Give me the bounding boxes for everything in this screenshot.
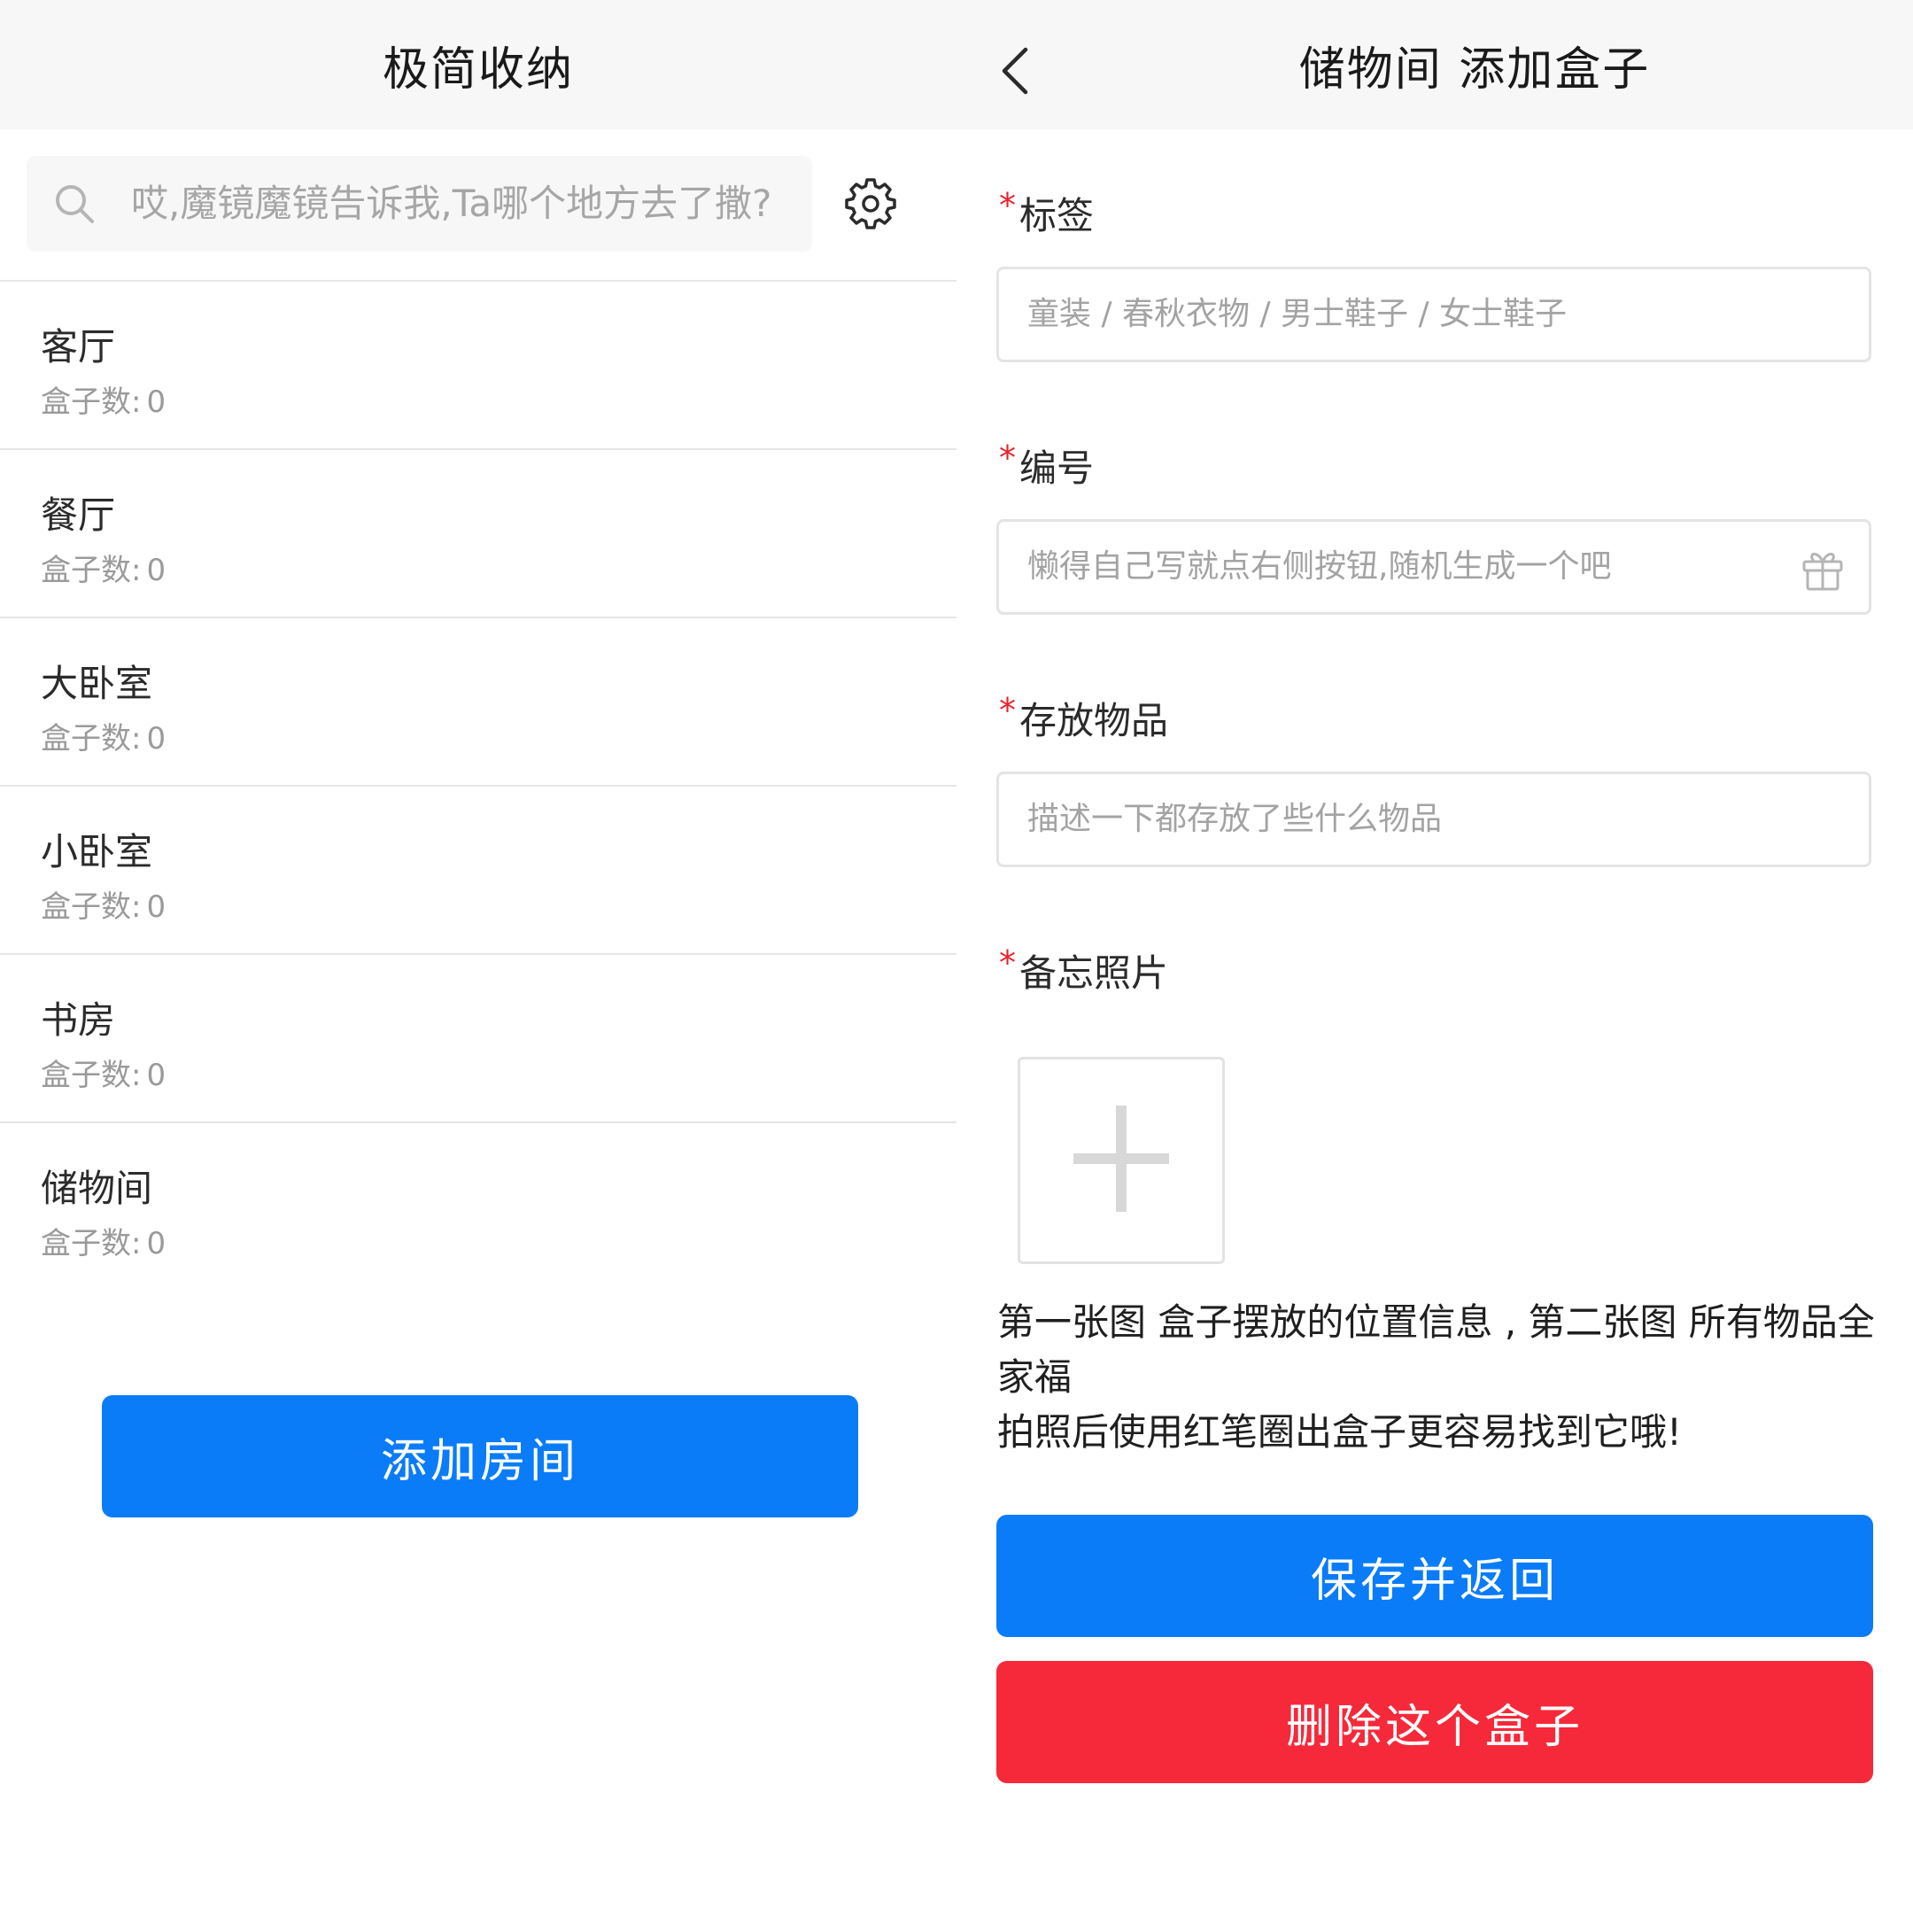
left-header: 极简收纳 [0,0,956,129]
items-placeholder: 描述一下都存放了些什么物品 [1027,801,1443,837]
room-count: 盒子数: 0 [41,721,167,757]
room-count: 盒子数: 0 [41,1058,167,1093]
room-name: 餐厅 [41,493,116,537]
search-row: 哎,魔镜魔镜告诉我,Ta哪个地方去了撒? [0,129,956,280]
list-item[interactable]: 书房 盒子数: 0 [0,953,956,1121]
number-placeholder: 懒得自己写就点右侧按钮,随机生成一个吧 [1027,548,1612,585]
number-field[interactable]: 懒得自己写就点右侧按钮,随机生成一个吧 [996,519,1871,615]
room-count: 盒子数: 0 [41,1226,167,1261]
gift-icon[interactable] [1800,547,1846,593]
required-mark: * [999,691,1016,730]
save-and-return-button[interactable]: 保存并返回 [996,1515,1873,1637]
hint-line: 拍照后使用红笔圈出盒子更容易找到它哦! [997,1410,1682,1454]
photos-label: *备忘照片 [999,943,1169,995]
list-item[interactable]: 小卧室 盒子数: 0 [0,785,956,953]
list-item[interactable]: 大卧室 盒子数: 0 [0,617,956,785]
room-list-screen: 极简收纳 哎,魔镜魔镜告诉我,Ta哪个地方去了撒? 客厅 盒子数: 0 餐厅 盒… [0,0,956,1932]
items-field[interactable]: 描述一下都存放了些什么物品 [996,772,1871,867]
list-item[interactable]: 餐厅 盒子数: 0 [0,448,956,617]
required-mark: * [999,943,1016,982]
plus-icon [1073,1106,1169,1212]
tag-field[interactable]: 童装 / 春秋衣物 / 男士鞋子 / 女士鞋子 [996,267,1871,362]
tag-placeholder: 童装 / 春秋衣物 / 男士鞋子 / 女士鞋子 [1027,296,1568,332]
room-name: 书房 [41,998,116,1042]
tag-label: *标签 [999,186,1095,237]
room-name: 储物间 [41,1167,153,1210]
page-title: 极简收纳 [382,43,574,97]
search-icon [56,185,94,223]
delete-box-button[interactable]: 删除这个盒子 [996,1661,1873,1783]
required-mark: * [999,438,1016,477]
right-header: 储物间 添加盒子 [956,0,1913,129]
search-placeholder: 哎,魔镜魔镜告诉我,Ta哪个地方去了撒? [131,182,772,225]
app-screens: 极简收纳 哎,魔镜魔镜告诉我,Ta哪个地方去了撒? 客厅 盒子数: 0 餐厅 盒… [0,0,1913,1932]
list-item[interactable]: 储物间 盒子数: 0 [0,1121,956,1290]
room-count: 盒子数: 0 [41,889,167,925]
number-label: *编号 [999,438,1095,490]
room-name: 小卧室 [41,830,153,873]
required-mark: * [999,186,1016,225]
back-icon[interactable] [995,44,1038,97]
add-box-screen: 储物间 添加盒子 *标签 童装 / 春秋衣物 / 男士鞋子 / 女士鞋子 *编号… [956,0,1913,1932]
photo-hint: 第一张图 盒子摆放的位置信息 , 第二张图 所有物品全家福 拍照后使用红笔圈出盒… [997,1295,1883,1460]
add-room-button[interactable]: 添加房间 [102,1395,858,1517]
add-photo-button[interactable] [1018,1057,1225,1264]
room-name: 大卧室 [41,662,153,705]
hint-line: 第一张图 盒子摆放的位置信息 , 第二张图 所有物品全家福 [997,1300,1875,1399]
gear-icon[interactable] [843,176,898,231]
list-item[interactable]: 客厅 盒子数: 0 [0,280,956,448]
room-name: 客厅 [41,325,116,369]
room-list: 客厅 盒子数: 0 餐厅 盒子数: 0 大卧室 盒子数: 0 小卧室 盒子数: 0 书房… [0,280,956,1290]
page-title: 储物间 添加盒子 [1298,43,1651,97]
search-input[interactable]: 哎,魔镜魔镜告诉我,Ta哪个地方去了撒? [27,156,812,252]
room-count: 盒子数: 0 [41,553,167,588]
items-label: *存放物品 [999,691,1169,742]
room-count: 盒子数: 0 [41,384,167,420]
